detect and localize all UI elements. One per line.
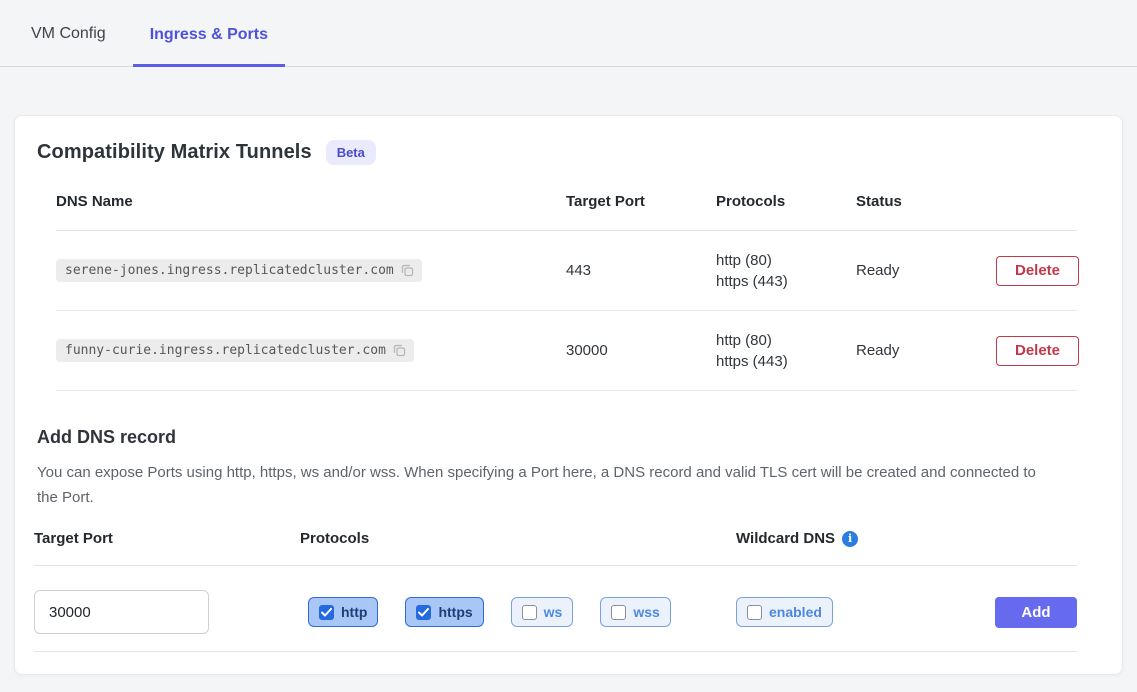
delete-button[interactable]: Delete: [996, 256, 1079, 286]
tab-ingress-ports[interactable]: Ingress & Ports: [133, 2, 285, 67]
checkbox-empty-icon: [747, 605, 762, 620]
table-header-row: DNS Name Target Port Protocols Status: [56, 193, 1077, 231]
form-label-target-port: Target Port: [34, 530, 300, 547]
copy-icon[interactable]: [393, 344, 406, 357]
delete-button[interactable]: Delete: [996, 336, 1079, 366]
checkbox-wss[interactable]: wss: [600, 597, 670, 627]
form-label-wildcard-dns: Wildcard DNS i: [736, 530, 975, 547]
add-dns-form: Target Port Protocols Wildcard DNS i htt…: [34, 530, 1077, 652]
target-port-cell: 30000: [566, 342, 716, 359]
table-row: funny-curie.ingress.replicatedcluster.co…: [56, 311, 1077, 391]
checkbox-https[interactable]: https: [405, 597, 483, 627]
add-dns-section: Add DNS record You can expose Ports usin…: [37, 427, 1100, 510]
checkmark-icon: [319, 605, 334, 620]
dns-name-text: serene-jones.ingress.replicatedcluster.c…: [65, 263, 394, 278]
col-header-protocols: Protocols: [716, 193, 856, 210]
dns-name-pill: serene-jones.ingress.replicatedcluster.c…: [56, 259, 422, 282]
tunnels-card: Compatibility Matrix Tunnels Beta DNS Na…: [14, 115, 1123, 675]
target-port-input[interactable]: [34, 590, 209, 634]
info-icon[interactable]: i: [842, 531, 858, 547]
col-header-status: Status: [856, 193, 996, 210]
copy-icon[interactable]: [401, 264, 414, 277]
checkbox-ws[interactable]: ws: [511, 597, 574, 627]
form-label-protocols: Protocols: [300, 530, 736, 547]
page-title: Compatibility Matrix Tunnels: [37, 141, 312, 164]
checkbox-empty-icon: [611, 605, 626, 620]
protocols-cell: http (80) https (443): [716, 330, 856, 372]
status-cell: Ready: [856, 262, 996, 279]
checkmark-icon: [416, 605, 431, 620]
col-header-dns-name: DNS Name: [56, 193, 566, 210]
form-header-row: Target Port Protocols Wildcard DNS i: [34, 530, 1077, 566]
checkbox-empty-icon: [522, 605, 537, 620]
checkbox-http[interactable]: http: [308, 597, 378, 627]
table-row: serene-jones.ingress.replicatedcluster.c…: [56, 231, 1077, 311]
tab-vm-config[interactable]: VM Config: [31, 1, 106, 66]
protocol-checkbox-group: http https ws wss: [308, 597, 736, 627]
add-button[interactable]: Add: [995, 597, 1077, 628]
form-input-row: http https ws wss: [34, 566, 1077, 652]
tunnels-table: DNS Name Target Port Protocols Status se…: [56, 193, 1077, 391]
add-dns-title: Add DNS record: [37, 427, 1100, 448]
checkbox-wildcard-enabled[interactable]: enabled: [736, 597, 833, 627]
col-header-target-port: Target Port: [566, 193, 716, 210]
add-dns-description: You can expose Ports using http, https, …: [37, 460, 1042, 510]
status-cell: Ready: [856, 342, 996, 359]
target-port-cell: 443: [566, 262, 716, 279]
dns-name-text: funny-curie.ingress.replicatedcluster.co…: [65, 343, 386, 358]
beta-badge: Beta: [326, 140, 376, 165]
dns-name-pill: funny-curie.ingress.replicatedcluster.co…: [56, 339, 414, 362]
tab-bar: VM Config Ingress & Ports: [0, 0, 1137, 67]
protocols-cell: http (80) https (443): [716, 250, 856, 292]
card-header: Compatibility Matrix Tunnels Beta: [15, 140, 1122, 165]
